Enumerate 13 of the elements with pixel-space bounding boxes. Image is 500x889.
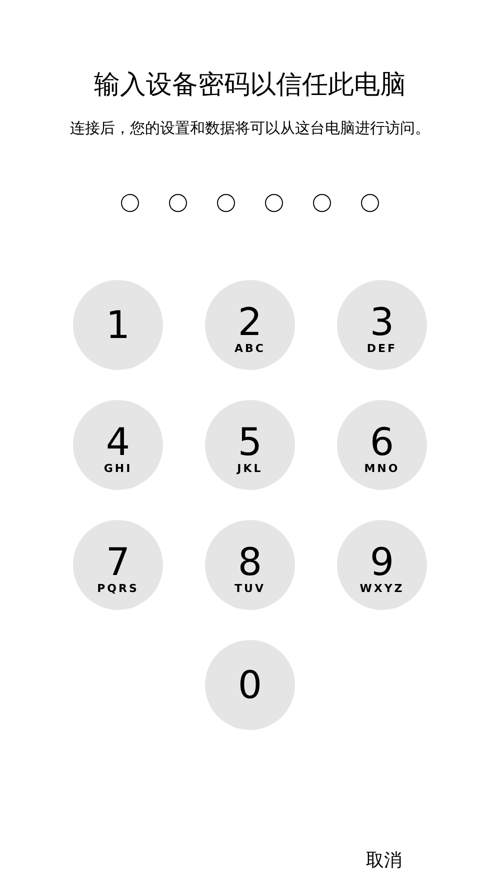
keypad-key[interactable]: 9 WXYZ bbox=[337, 520, 427, 610]
keypad-key[interactable]: 6 MNO bbox=[337, 400, 427, 490]
keypad-key[interactable]: 1 bbox=[73, 280, 163, 370]
title: 输入设备密码以信任此电脑 bbox=[94, 69, 406, 102]
keypad-key[interactable]: 0 bbox=[205, 640, 295, 730]
keypad-key[interactable]: 7 PQRS bbox=[73, 520, 163, 610]
keypad-key[interactable]: 3 DEF bbox=[337, 280, 427, 370]
keypad-key[interactable]: 4 GHI bbox=[73, 400, 163, 490]
cancel-button[interactable]: 取消 bbox=[366, 848, 402, 874]
keypad-key[interactable]: 2 ABC bbox=[205, 280, 295, 370]
subtitle: 连接后，您的设置和数据将可以从这台电脑进行访问。 bbox=[70, 118, 430, 139]
keypad-key[interactable]: 5 JKL bbox=[205, 400, 295, 490]
keypad-key[interactable]: 8 TUV bbox=[205, 520, 295, 610]
